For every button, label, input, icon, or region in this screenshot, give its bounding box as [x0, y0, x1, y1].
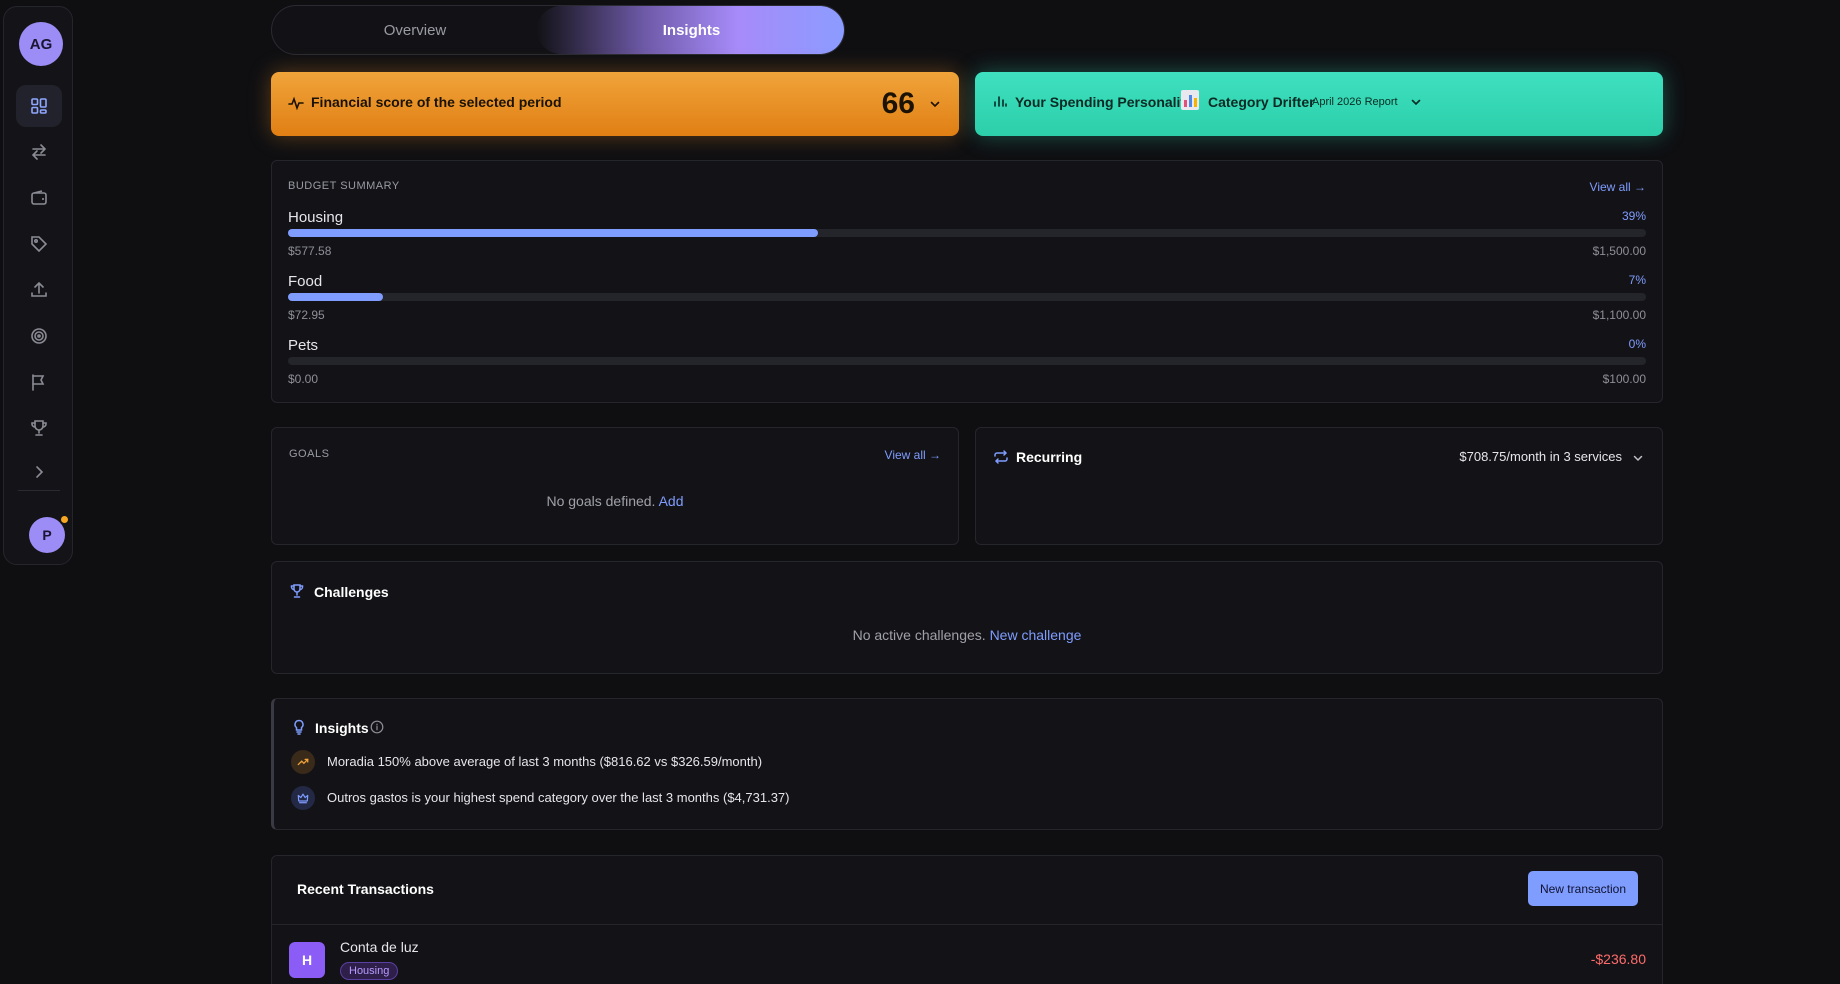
- personality-type: Category Drifter: [1208, 94, 1315, 110]
- insight-text: Moradia 150% above average of last 3 mon…: [327, 754, 763, 769]
- chevron-down-icon[interactable]: [1410, 96, 1422, 108]
- recent-transactions-card: Recent Transactions New transaction H Co…: [271, 855, 1663, 984]
- budget-progress-fill: [288, 293, 384, 301]
- transaction-name[interactable]: Conta de luz: [340, 939, 419, 955]
- recent-transactions-title: Recent Transactions: [297, 881, 434, 897]
- sidebar: AG P: [3, 6, 73, 565]
- challenges-card: Challenges No active challenges. New cha…: [271, 561, 1663, 674]
- notification-dot: [59, 514, 70, 525]
- trophy-icon[interactable]: [16, 407, 62, 449]
- financial-score-card[interactable]: Financial score of the selected period 6…: [271, 72, 959, 136]
- insight-item: Moradia 150% above average of last 3 mon…: [291, 750, 991, 776]
- budget-progress-track: [288, 357, 1646, 365]
- tab-overview[interactable]: Overview: [272, 6, 558, 54]
- divider: [272, 924, 1662, 925]
- budget-spent: $72.95: [288, 308, 325, 322]
- spending-personality-card[interactable]: Your Spending Personality Category Drift…: [975, 72, 1663, 136]
- challenges-empty-state: No active challenges. New challenge: [272, 627, 1662, 643]
- challenges-title: Challenges: [314, 584, 389, 600]
- transaction-category-avatar: H: [289, 942, 325, 978]
- new-transaction-button[interactable]: New transaction: [1528, 871, 1638, 906]
- flag-icon[interactable]: [16, 361, 62, 403]
- score-value: 66: [881, 87, 915, 120]
- trophy-icon: [290, 584, 304, 598]
- tag-icon[interactable]: [16, 223, 62, 265]
- budget-category-name: Food: [288, 273, 323, 290]
- budget-row-food[interactable]: Food 7% $72.95 $1,100.00: [288, 273, 1646, 331]
- goals-empty-state: No goals defined. Add: [272, 493, 958, 509]
- insight-item: Outros gastos is your highest spend cate…: [291, 786, 991, 812]
- chevron-down-icon[interactable]: [929, 98, 941, 110]
- budget-summary-title: BUDGET SUMMARY: [288, 180, 400, 192]
- budget-limit: $1,100.00: [1592, 308, 1646, 322]
- budget-row-pets[interactable]: Pets 0% $0.00 $100.00: [288, 337, 1646, 395]
- goals-empty-text: No goals defined.: [546, 493, 656, 509]
- transfer-arrows-icon[interactable]: [16, 131, 62, 173]
- budget-progress-track: [288, 293, 1646, 301]
- budget-view-all-link[interactable]: View all →: [1590, 180, 1646, 194]
- upload-icon[interactable]: [16, 269, 62, 311]
- workspace-avatar[interactable]: AG: [19, 22, 63, 66]
- add-goal-link[interactable]: Add: [659, 493, 684, 509]
- goals-view-all-link[interactable]: View all →: [885, 448, 941, 462]
- budget-progress-fill: [288, 229, 818, 237]
- insights-title: Insights: [315, 720, 369, 736]
- chevron-down-icon[interactable]: [1632, 452, 1644, 464]
- budget-category-name: Housing: [288, 209, 344, 226]
- new-challenge-link[interactable]: New challenge: [990, 627, 1082, 643]
- view-tabs: Overview Insights: [271, 5, 845, 55]
- transaction-category-badge: Housing: [340, 962, 399, 980]
- lightbulb-icon: [294, 719, 304, 735]
- activity-icon: [288, 96, 304, 111]
- budget-percent: 0%: [1628, 337, 1646, 351]
- recurring-card[interactable]: Recurring $708.75/month in 3 services: [975, 427, 1663, 545]
- budget-row-housing[interactable]: Housing 39% $577.58 $1,500.00: [288, 209, 1646, 267]
- budget-spent: $577.58: [288, 244, 332, 258]
- goals-title: GOALS: [289, 448, 330, 460]
- budget-percent: 39%: [1621, 209, 1646, 223]
- budget-percent: 7%: [1628, 273, 1646, 287]
- budget-progress-track: [288, 229, 1646, 237]
- score-label: Financial score of the selected period: [311, 94, 562, 110]
- bar-chart-icon: [994, 96, 1007, 107]
- challenges-empty-text: No active challenges.: [852, 627, 986, 643]
- insight-text: Outros gastos is your highest spend cate…: [327, 790, 790, 805]
- personality-report: April 2026 Report: [1312, 96, 1398, 108]
- recurring-title: Recurring: [1016, 449, 1083, 465]
- transaction-amount: -$236.80: [1590, 951, 1646, 967]
- budget-limit: $1,500.00: [1592, 244, 1646, 258]
- info-icon[interactable]: [370, 720, 384, 734]
- trending-up-icon: [291, 750, 315, 774]
- chevron-right-icon[interactable]: [16, 451, 62, 493]
- crown-icon: [291, 786, 315, 810]
- budget-limit: $100.00: [1602, 372, 1646, 386]
- wallet-icon[interactable]: [16, 177, 62, 219]
- budget-category-name: Pets: [288, 337, 319, 354]
- repeat-icon: [994, 450, 1008, 464]
- budget-summary-card: BUDGET SUMMARY View all → Housing 39% $5…: [271, 160, 1663, 403]
- tab-insights[interactable]: Insights: [537, 6, 844, 54]
- recurring-summary: $708.75/month in 3 services: [1459, 449, 1622, 464]
- target-icon[interactable]: [16, 315, 62, 357]
- goals-card: GOALS View all → No goals defined. Add: [271, 427, 959, 545]
- personality-label: Your Spending Personality: [1015, 94, 1193, 110]
- chart-emoji-icon: [1181, 90, 1199, 110]
- insights-card: Insights Moradia 150% above average of l…: [271, 698, 1663, 830]
- dashboard-icon[interactable]: [16, 85, 62, 127]
- sidebar-divider: [18, 490, 60, 491]
- budget-spent: $0.00: [288, 372, 319, 386]
